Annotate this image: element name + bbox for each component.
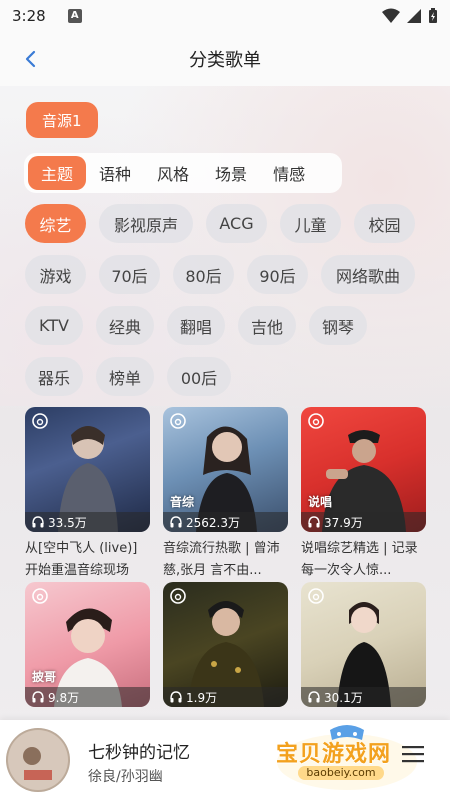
play-count: 30.1万	[324, 690, 363, 705]
tag-row: 游戏 70后 80后 90后 网络歌曲	[25, 255, 435, 294]
back-arrow-icon[interactable]	[18, 46, 44, 72]
play-count-bar: 1.9万	[163, 687, 288, 707]
tag-grid: 综艺 影视原声 ACG 儿童 校园 游戏 70后 80后 90后 网络歌曲 KT…	[25, 204, 435, 408]
netease-logo-icon	[32, 413, 48, 429]
play-count-bar: 9.8万	[25, 687, 150, 707]
playlist-card[interactable]: 披哥 9.8万	[25, 582, 150, 707]
tab-scene[interactable]: 场景	[202, 156, 260, 190]
netease-logo-icon	[32, 588, 48, 604]
netease-logo-icon	[170, 588, 186, 604]
wifi-icon	[382, 8, 400, 23]
play-count: 2562.3万	[186, 515, 240, 530]
card-row: 披哥 9.8万 1.9万 30.1万	[25, 582, 427, 707]
cover-tag: 说唱	[308, 495, 333, 509]
tag-internet-songs[interactable]: 网络歌曲	[321, 255, 415, 294]
tab-language[interactable]: 语种	[86, 156, 144, 190]
status-bar: 3:28 A	[0, 0, 450, 32]
status-time: 3:28	[12, 7, 46, 25]
tag-row: 器乐 榜单 00后	[25, 357, 435, 396]
tag-children[interactable]: 儿童	[280, 204, 341, 243]
play-count-bar: 33.5万	[25, 512, 150, 532]
playlist-card[interactable]: 30.1万	[301, 582, 426, 707]
playlist-grid: 33.5万 从[空中飞人 (live)] 开始重温音综现场 音综 2562.3万…	[25, 407, 427, 707]
play-count-bar: 37.9万	[301, 512, 426, 532]
play-count: 33.5万	[48, 515, 87, 530]
playlist-card[interactable]: 说唱 37.9万 说唱综艺精选 | 记录每一次令人惊...	[301, 407, 426, 582]
tab-theme[interactable]: 主题	[28, 156, 87, 190]
headphones-icon	[308, 691, 320, 703]
watermark-text: 宝贝游戏网	[276, 742, 392, 767]
playlist-title: 音综流行热歌 | 曾沛慈,张月 言不由...	[163, 541, 280, 578]
status-icons	[382, 8, 438, 24]
tag-ost[interactable]: 影视原声	[99, 204, 193, 243]
playlist-card[interactable]: 1.9万	[163, 582, 288, 707]
netease-logo-icon	[170, 413, 186, 429]
album-art	[6, 728, 70, 792]
watermark-url: baobeiy.com	[298, 766, 384, 780]
tag-classic[interactable]: 经典	[96, 306, 154, 345]
playlist-cover: 33.5万	[25, 407, 150, 532]
playlist-cover: 说唱 37.9万	[301, 407, 426, 532]
cover-tag: 音综	[170, 495, 195, 509]
tab-emotion[interactable]: 情感	[260, 156, 318, 190]
tag-instrumental[interactable]: 器乐	[25, 357, 83, 396]
playlist-cover: 30.1万	[301, 582, 426, 707]
song-artist: 徐良/孙羽幽	[88, 769, 163, 785]
play-count-bar: 2562.3万	[163, 512, 288, 532]
app-header: 分类歌单	[0, 32, 450, 86]
tag-80s[interactable]: 80后	[173, 255, 234, 294]
card-row: 33.5万 从[空中飞人 (live)] 开始重温音综现场 音综 2562.3万…	[25, 407, 427, 582]
netease-logo-icon	[308, 413, 324, 429]
tag-acg[interactable]: ACG	[206, 204, 267, 243]
cover-tag: 披哥	[32, 670, 57, 684]
tag-90s[interactable]: 90后	[247, 255, 308, 294]
tag-cover[interactable]: 翻唱	[167, 306, 225, 345]
battery-icon	[429, 8, 437, 23]
playlist-title: 从[空中飞人 (live)] 开始重温音综现场	[25, 541, 138, 578]
headphones-icon	[170, 516, 182, 528]
playlist-cover: 1.9万	[163, 582, 288, 707]
tag-00s[interactable]: 00后	[167, 357, 231, 396]
netease-logo-icon	[308, 588, 324, 604]
notification-icon: A	[67, 9, 82, 23]
tag-row: 综艺 影视原声 ACG 儿童 校园	[25, 204, 435, 243]
song-title: 七秒钟的记忆	[88, 743, 190, 763]
signal-icon	[407, 9, 421, 23]
tag-charts[interactable]: 榜单	[96, 357, 154, 396]
playlist-card[interactable]: 音综 2562.3万 音综流行热歌 | 曾沛慈,张月 言不由...	[163, 407, 288, 582]
playlist-cover: 音综 2562.3万	[163, 407, 288, 532]
headphones-icon	[308, 516, 320, 528]
tag-ktv[interactable]: KTV	[25, 306, 83, 345]
tag-game[interactable]: 游戏	[25, 255, 86, 294]
play-count: 37.9万	[324, 515, 363, 530]
playlist-menu-icon[interactable]	[402, 744, 424, 764]
play-count-bar: 30.1万	[301, 687, 426, 707]
tag-row: KTV 经典 翻唱 吉他 钢琴	[25, 306, 435, 345]
headphones-icon	[32, 516, 44, 528]
category-tabs: 主题 语种 风格 场景 情感	[24, 153, 342, 193]
playlist-title: 说唱综艺精选 | 记录每一次令人惊...	[301, 541, 418, 578]
headphones-icon	[32, 691, 44, 703]
tag-70s[interactable]: 70后	[99, 255, 160, 294]
tab-style[interactable]: 风格	[144, 156, 202, 190]
album-art-image	[8, 730, 68, 790]
tag-campus[interactable]: 校园	[354, 204, 415, 243]
tag-variety[interactable]: 综艺	[25, 204, 86, 243]
play-count: 9.8万	[48, 690, 80, 705]
tag-piano[interactable]: 钢琴	[309, 306, 367, 345]
page-title: 分类歌单	[189, 50, 261, 71]
source-tab[interactable]: 音源1	[26, 102, 98, 138]
playlist-card[interactable]: 33.5万 从[空中飞人 (live)] 开始重温音综现场	[25, 407, 150, 582]
tag-guitar[interactable]: 吉他	[238, 306, 296, 345]
playlist-cover: 披哥 9.8万	[25, 582, 150, 707]
headphones-icon	[170, 691, 182, 703]
play-count: 1.9万	[186, 690, 218, 705]
